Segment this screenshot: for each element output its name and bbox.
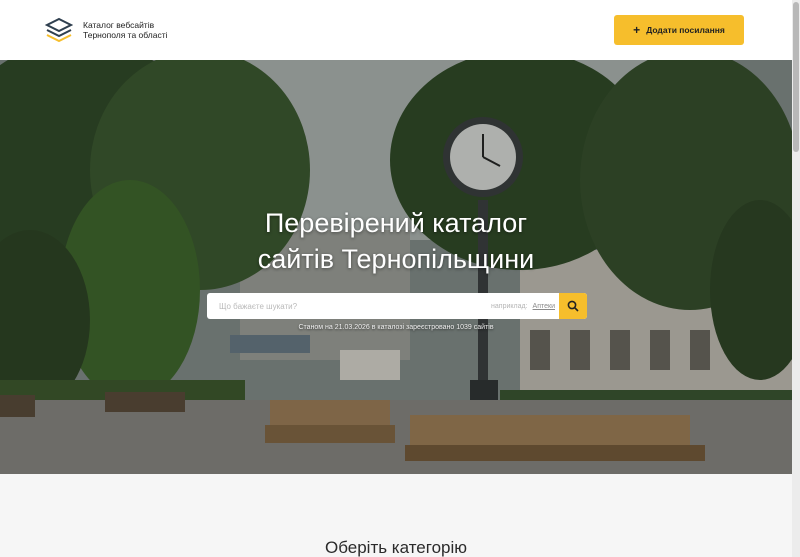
- hero-title: Перевірений каталог сайтів Тернопільщини: [0, 205, 792, 277]
- logo-line-2: Тернополя та області: [83, 30, 168, 40]
- search-icon: [567, 300, 579, 312]
- add-link-label: Додати посилання: [646, 25, 725, 35]
- hero-title-line-1: Перевірений каталог: [264, 208, 528, 238]
- catalog-stats: Станом на 21.03.2026 в каталозі зареєстр…: [298, 324, 494, 331]
- logo-line-1: Каталог вебсайтів: [83, 19, 155, 30]
- hero-title-line-2: сайтів Тернопільщини: [257, 244, 535, 274]
- site-logo[interactable]: Каталог вебсайтів Тернополя та області: [45, 16, 183, 44]
- site-header: Каталог вебсайтів Тернополя та області +…: [0, 0, 800, 60]
- scrollbar-thumb[interactable]: [793, 2, 799, 152]
- search-button[interactable]: [559, 293, 587, 319]
- plus-icon: +: [633, 23, 641, 37]
- search-hint: наприклад:: [491, 302, 528, 310]
- search-bar: наприклад: Аптеки: [207, 293, 587, 319]
- logo-text: Каталог вебсайтів Тернополя та області: [83, 20, 183, 41]
- page-scrollbar[interactable]: [792, 0, 800, 557]
- hero-banner: Перевірений каталог сайтів Тернопільщини…: [0, 60, 792, 474]
- layers-icon: [45, 17, 73, 43]
- search-hint-link[interactable]: Аптеки: [533, 303, 555, 310]
- search-input[interactable]: [219, 293, 492, 319]
- categories-title: Оберіть категорію: [324, 538, 468, 557]
- add-link-button[interactable]: + Додати посилання: [614, 15, 744, 45]
